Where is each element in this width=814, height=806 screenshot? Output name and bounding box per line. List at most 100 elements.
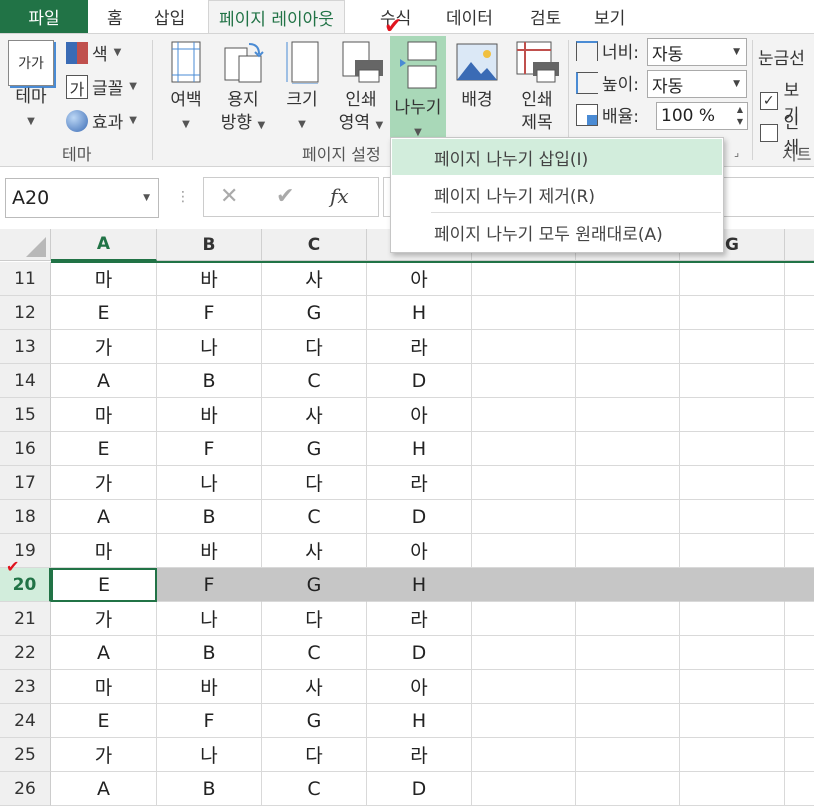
theme-colors-button[interactable]: 색 ▼ [66,40,121,65]
table-cell[interactable] [472,432,576,466]
table-cell[interactable] [472,704,576,738]
height-dropdown[interactable]: 자동 ▼ [647,70,747,98]
margins-button[interactable]: 여백 ▼ [164,40,208,132]
tab-page-layout[interactable]: 페이지 레이아웃 [208,0,345,34]
table-cell[interactable]: 바 [157,398,262,432]
table-cell[interactable]: 가 [51,602,157,636]
table-cell[interactable] [680,432,785,466]
table-cell[interactable]: G [262,704,367,738]
table-cell[interactable] [785,602,814,636]
print-area-button[interactable]: 인쇄 영역 ▼ [334,40,388,137]
table-cell[interactable]: 다 [262,466,367,500]
row-header[interactable]: 23 [0,670,51,704]
row-header[interactable]: 18 [0,500,51,534]
table-cell[interactable] [472,466,576,500]
table-cell[interactable]: 사 [262,398,367,432]
row-header[interactable]: 22 [0,636,51,670]
table-cell[interactable]: A [51,636,157,670]
table-cell[interactable]: F [157,568,262,602]
table-cell[interactable]: 나 [157,738,262,772]
table-cell[interactable] [576,738,680,772]
insert-function-icon[interactable]: fx [330,184,349,208]
row-header[interactable]: 21 [0,602,51,636]
select-all-corner[interactable] [0,229,51,261]
table-cell[interactable]: 마 [51,670,157,704]
row-header[interactable]: 15 [0,398,51,432]
column-header-a[interactable]: A [51,229,157,261]
table-cell[interactable]: 바 [157,670,262,704]
table-cell[interactable] [576,296,680,330]
table-cell[interactable] [785,364,814,398]
table-cell[interactable] [472,296,576,330]
row-header[interactable]: 12 [0,296,51,330]
reset-all-page-breaks-item[interactable]: 페이지 나누기 모두 원래대로(A) [392,214,722,250]
table-cell[interactable] [680,568,785,602]
theme-effects-button[interactable]: 효과 ▼ [66,108,137,133]
remove-page-break-item[interactable]: 페이지 나누기 제거(R) [392,176,722,212]
table-cell[interactable]: 라 [367,738,472,772]
table-cell[interactable]: 가 [51,466,157,500]
table-cell[interactable] [576,262,680,296]
table-cell[interactable] [576,636,680,670]
table-cell[interactable]: H [367,432,472,466]
row-header[interactable]: 17 [0,466,51,500]
table-cell[interactable] [785,636,814,670]
table-cell[interactable] [472,602,576,636]
table-cell[interactable] [785,262,814,296]
table-cell[interactable] [785,466,814,500]
name-box[interactable]: A20 ▼ [5,178,159,218]
table-cell[interactable]: 마 [51,534,157,568]
column-header-c[interactable]: C [262,229,367,261]
insert-page-break-item[interactable]: 페이지 나누기 삽입(I) [392,139,722,175]
table-cell[interactable] [785,534,814,568]
table-cell[interactable] [472,262,576,296]
table-cell[interactable] [680,296,785,330]
tab-data[interactable]: 데이터 [446,0,493,33]
table-cell[interactable]: H [367,296,472,330]
column-header-b[interactable]: B [157,229,262,261]
table-cell[interactable] [576,602,680,636]
tab-insert[interactable]: 삽입 [154,0,185,33]
table-cell[interactable] [576,534,680,568]
table-cell[interactable] [576,466,680,500]
table-cell[interactable]: G [262,432,367,466]
table-cell[interactable] [680,398,785,432]
table-cell[interactable] [785,704,814,738]
table-cell[interactable]: D [367,364,472,398]
table-cell[interactable]: 가 [51,738,157,772]
table-cell[interactable] [472,738,576,772]
table-cell[interactable]: B [157,364,262,398]
table-cell[interactable] [785,398,814,432]
table-cell[interactable]: A [51,364,157,398]
table-cell[interactable] [680,738,785,772]
table-cell[interactable] [472,568,576,602]
table-cell[interactable]: 마 [51,262,157,296]
table-cell[interactable]: 사 [262,262,367,296]
table-cell[interactable] [472,534,576,568]
table-cell[interactable] [680,636,785,670]
theme-fonts-button[interactable]: 가 글꼴 ▼ [66,74,137,99]
table-cell[interactable]: 아 [367,534,472,568]
table-cell[interactable]: 바 [157,262,262,296]
table-cell[interactable] [785,432,814,466]
table-cell[interactable] [576,670,680,704]
table-cell[interactable] [576,568,680,602]
table-cell[interactable]: 라 [367,466,472,500]
table-cell[interactable]: C [262,500,367,534]
scale-spinner[interactable]: 100 % ▲ ▼ [656,102,748,130]
table-cell[interactable]: C [262,636,367,670]
table-cell[interactable]: G [262,568,367,602]
dialog-launcher-icon[interactable]: ⌟ [734,146,739,159]
table-cell[interactable] [785,670,814,704]
themes-button[interactable]: 가가 테마 ▼ [6,40,56,129]
table-cell[interactable]: 나 [157,602,262,636]
row-header[interactable]: 13 [0,330,51,364]
table-cell[interactable] [576,398,680,432]
table-cell[interactable] [576,500,680,534]
table-cell[interactable] [472,364,576,398]
chevron-down-icon[interactable]: ▼ [143,193,150,203]
table-cell[interactable]: F [157,704,262,738]
table-cell[interactable] [680,330,785,364]
table-cell[interactable]: 아 [367,670,472,704]
tab-file[interactable]: 파일 [0,0,88,33]
